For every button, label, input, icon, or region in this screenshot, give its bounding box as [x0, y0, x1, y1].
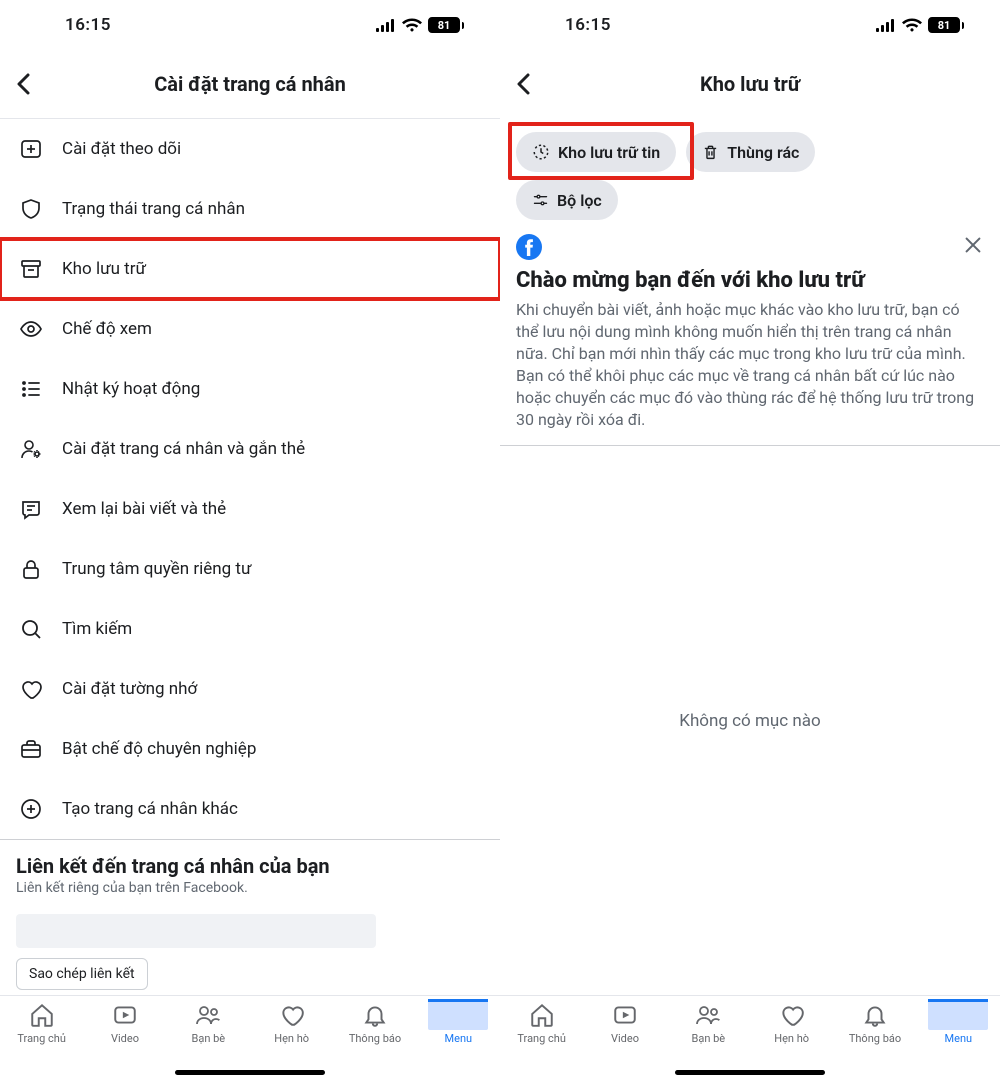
- profile-link-subtitle: Liên kết riêng của bạn trên Facebook.: [16, 880, 484, 896]
- row-search[interactable]: Tìm kiếm: [0, 599, 500, 659]
- menu-icon: [428, 1000, 488, 1030]
- wifi-icon: [902, 18, 922, 32]
- row-follow-settings[interactable]: Cài đặt theo dõi: [0, 119, 500, 179]
- profile-link-title: Liên kết đến trang cá nhân của bạn: [16, 854, 484, 878]
- follow-settings-icon: [18, 137, 44, 161]
- home-indicator: [175, 1070, 325, 1075]
- nav-menu[interactable]: Menu: [917, 1000, 1000, 1083]
- home-indicator: [675, 1070, 825, 1075]
- status-time: 16:15: [65, 15, 111, 35]
- settings-list: Cài đặt theo dõi Trạng thái trang cá nhâ…: [0, 119, 500, 995]
- nav-notifications[interactable]: Thông báo: [333, 1000, 416, 1083]
- row-label: Trạng thái trang cá nhân: [62, 199, 245, 219]
- row-label: Bật chế độ chuyên nghiệp: [62, 739, 256, 759]
- empty-state: Không có mục nào: [500, 446, 1000, 995]
- status-bar: 16:15 81: [500, 0, 1000, 50]
- status-bar: 16:15 81: [0, 0, 500, 50]
- dating-icon: [779, 1000, 805, 1030]
- archive-intro-card: Chào mừng bạn đến với kho lưu trữ Khi ch…: [500, 234, 1000, 445]
- shield-icon: [18, 197, 44, 221]
- nav-notifications[interactable]: Thông báo: [833, 1000, 916, 1083]
- friends-icon: [694, 1000, 722, 1030]
- page-title: Cài đặt trang cá nhân: [54, 72, 446, 96]
- row-label: Trung tâm quyền riêng tư: [62, 559, 251, 579]
- back-button[interactable]: [516, 65, 554, 103]
- screen-settings: 16:15 81 Cài đặt trang cá nhân: [0, 0, 500, 1083]
- signal-icon: [376, 19, 396, 32]
- row-label: Nhật ký hoạt động: [62, 379, 200, 399]
- facebook-logo-icon: [516, 234, 542, 260]
- status-time: 16:15: [565, 15, 611, 35]
- clock-history-icon: [532, 143, 550, 161]
- nav-menu[interactable]: Menu: [417, 1000, 500, 1083]
- row-label: Xem lại bài viết và thẻ: [62, 499, 226, 519]
- dating-icon: [279, 1000, 305, 1030]
- pill-trash[interactable]: Thùng rác: [686, 132, 815, 172]
- nav-video[interactable]: Video: [583, 1000, 666, 1083]
- row-profile-tagging[interactable]: Cài đặt trang cá nhân và gắn thẻ: [0, 419, 500, 479]
- home-icon: [529, 1000, 555, 1030]
- user-gear-icon: [18, 437, 44, 461]
- row-label: Kho lưu trữ: [62, 259, 146, 279]
- page-title: Kho lưu trữ: [554, 72, 946, 96]
- bottom-nav: Trang chủ Video Bạn bè Hẹn hò Thông báo …: [500, 995, 1000, 1083]
- row-profile-status[interactable]: Trạng thái trang cá nhân: [0, 179, 500, 239]
- row-review-posts[interactable]: Xem lại bài viết và thẻ: [0, 479, 500, 539]
- nav-video[interactable]: Video: [83, 1000, 166, 1083]
- home-icon: [29, 1000, 55, 1030]
- back-button[interactable]: [16, 65, 54, 103]
- row-archive[interactable]: Kho lưu trữ: [0, 239, 500, 299]
- row-privacy-center[interactable]: Trung tâm quyền riêng tư: [0, 539, 500, 599]
- filter-icon: [532, 192, 549, 208]
- bell-icon: [862, 1000, 888, 1030]
- activity-log-icon: [18, 377, 44, 401]
- intro-body: Khi chuyển bài viết, ảnh hoặc mục khác v…: [516, 299, 984, 431]
- pill-filter[interactable]: Bộ lọc: [516, 180, 618, 220]
- archive-icon: [18, 257, 44, 281]
- battery-indicator: 81: [428, 17, 464, 33]
- heart-icon: [18, 677, 44, 701]
- video-icon: [612, 1000, 638, 1030]
- bottom-nav: Trang chủ Video Bạn bè Hẹn hò Thông báo …: [0, 995, 500, 1083]
- row-label: Chế độ xem: [62, 319, 152, 339]
- nav-home[interactable]: Trang chủ: [0, 1000, 83, 1083]
- lock-icon: [18, 557, 44, 581]
- briefcase-icon: [18, 737, 44, 761]
- row-view-as[interactable]: Chế độ xem: [0, 299, 500, 359]
- signal-icon: [876, 19, 896, 32]
- row-label: Tạo trang cá nhân khác: [62, 799, 238, 819]
- close-button[interactable]: [962, 234, 984, 256]
- menu-icon: [928, 1000, 988, 1030]
- row-professional-mode[interactable]: Bật chế độ chuyên nghiệp: [0, 719, 500, 779]
- row-create-profile[interactable]: Tạo trang cá nhân khác: [0, 779, 500, 839]
- eye-icon: [18, 317, 44, 341]
- profile-link-field[interactable]: [16, 914, 376, 948]
- friends-icon: [194, 1000, 222, 1030]
- review-posts-icon: [18, 497, 44, 521]
- row-activity-log[interactable]: Nhật ký hoạt động: [0, 359, 500, 419]
- row-label: Cài đặt tường nhớ: [62, 679, 197, 699]
- row-label: Tìm kiếm: [62, 619, 132, 639]
- intro-heading: Chào mừng bạn đến với kho lưu trữ: [516, 268, 984, 293]
- wifi-icon: [402, 18, 422, 32]
- screen-archive: 16:15 81 Kho lưu trữ Kho lưu trữ tin Thù: [500, 0, 1000, 1083]
- search-icon: [18, 617, 44, 641]
- video-icon: [112, 1000, 138, 1030]
- row-memorialization[interactable]: Cài đặt tường nhớ: [0, 659, 500, 719]
- battery-indicator: 81: [928, 17, 964, 33]
- bell-icon: [362, 1000, 388, 1030]
- row-label: Cài đặt trang cá nhân và gắn thẻ: [62, 439, 305, 459]
- nav-home[interactable]: Trang chủ: [500, 1000, 583, 1083]
- copy-link-button[interactable]: Sao chép liên kết: [16, 958, 148, 990]
- pill-story-archive[interactable]: Kho lưu trữ tin: [516, 132, 676, 172]
- trash-icon: [702, 143, 719, 161]
- plus-circle-icon: [18, 797, 44, 821]
- row-label: Cài đặt theo dõi: [62, 139, 181, 159]
